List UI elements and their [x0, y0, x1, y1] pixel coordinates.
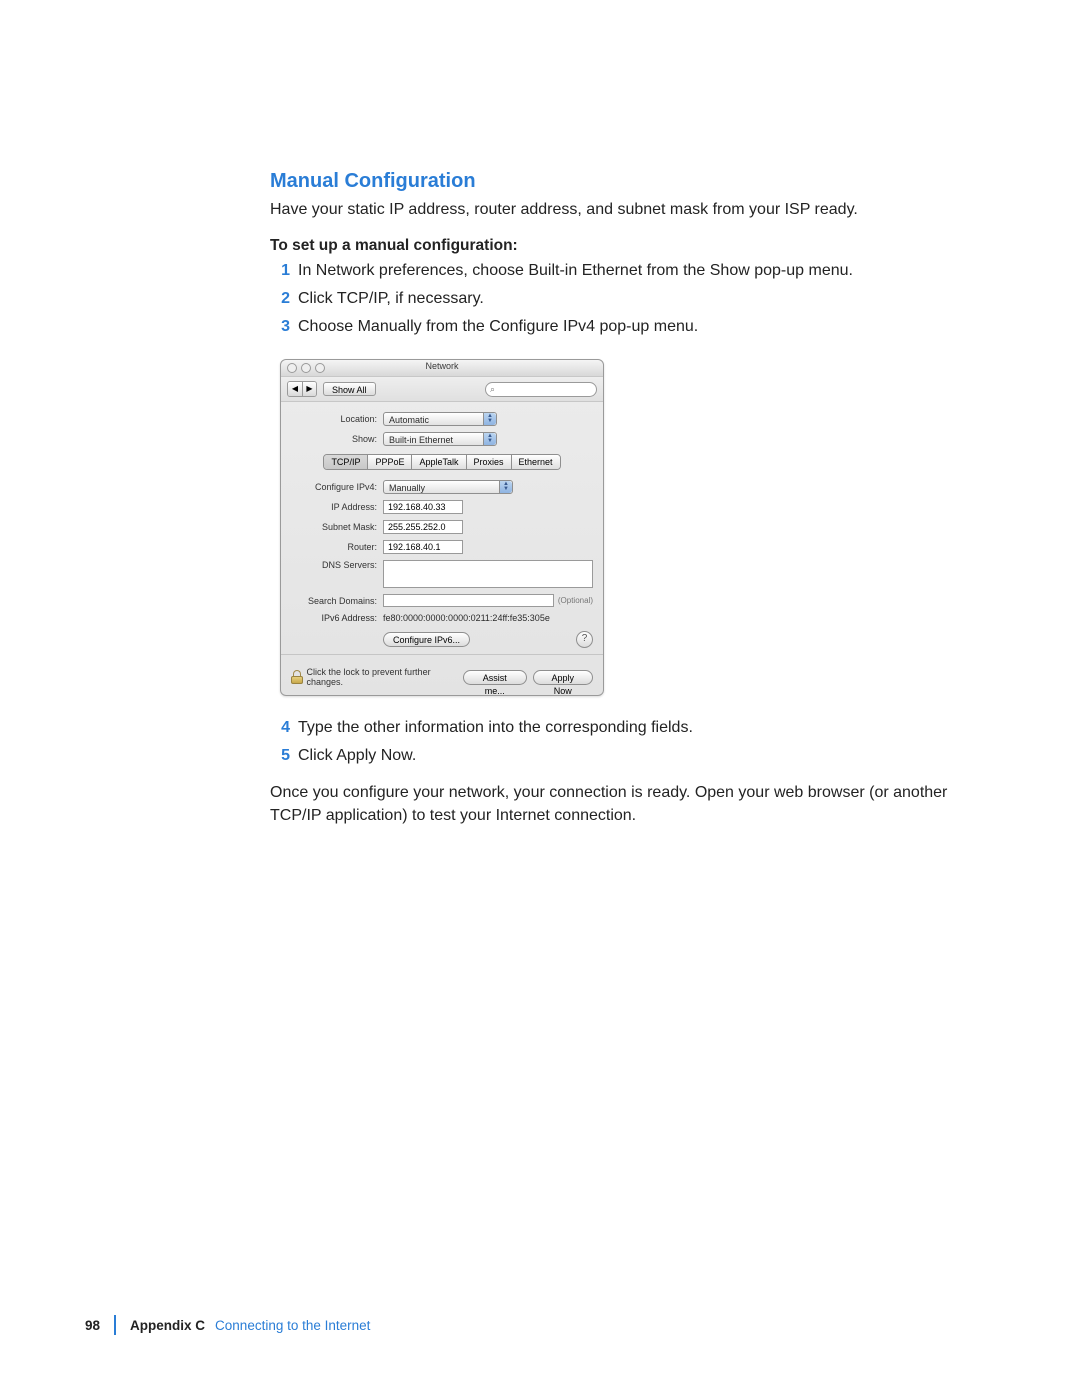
location-popup[interactable]: Automatic ▲▼ [383, 412, 497, 426]
optional-label: (Optional) [558, 596, 593, 605]
ip-address-label: IP Address: [291, 502, 383, 512]
search-domains-field[interactable] [383, 594, 554, 607]
apply-now-button[interactable]: Apply Now [533, 670, 593, 685]
page-number: 98 [85, 1318, 114, 1333]
appendix-label: Appendix C [130, 1318, 205, 1333]
ipv6-address-value: fe80:0000:0000:0000:0211:24ff:fe35:305e [383, 613, 550, 623]
tab-tcpip[interactable]: TCP/IP [324, 455, 367, 469]
step-5: Click Apply Now. [298, 747, 416, 764]
search-icon: ⌕ [490, 384, 495, 395]
assist-me-button[interactable]: Assist me... [463, 670, 527, 685]
show-all-button[interactable]: Show All [323, 382, 376, 396]
tab-proxies[interactable]: Proxies [466, 455, 511, 469]
window-toolbar: ◀ ▶ Show All ⌕ [281, 377, 603, 402]
step-1: In Network preferences, choose Built-in … [298, 262, 853, 279]
steps-after-image: 4Type the other information into the cor… [292, 716, 980, 768]
location-value: Automatic [389, 415, 429, 425]
separator [281, 654, 603, 655]
configure-ipv4-popup[interactable]: Manually ▲▼ [383, 480, 513, 494]
lock-icon[interactable] [291, 670, 303, 684]
forward-button[interactable]: ▶ [302, 382, 316, 396]
steps-before-image: 1In Network preferences, choose Built-in… [292, 259, 980, 339]
subnet-mask-label: Subnet Mask: [291, 522, 383, 532]
page-footer: 98 Appendix C Connecting to the Internet [85, 1315, 370, 1335]
location-label: Location: [291, 414, 383, 424]
tab-pppoe[interactable]: PPPoE [367, 455, 411, 469]
step-3: Choose Manually from the Configure IPv4 … [298, 318, 698, 335]
window-titlebar: Network [281, 360, 603, 377]
subheading: To set up a manual configuration: [270, 237, 980, 255]
intro-text: Have your static IP address, router addr… [270, 199, 980, 221]
search-field-wrap: ⌕ [485, 382, 597, 397]
window-title: Network [281, 361, 603, 371]
section-heading: Manual Configuration [270, 170, 980, 193]
configure-ipv4-value: Manually [389, 483, 425, 493]
subnet-mask-field[interactable] [383, 520, 463, 534]
nav-back-forward: ◀ ▶ [287, 381, 317, 397]
search-input[interactable] [485, 382, 597, 397]
network-preferences-window: Network ◀ ▶ Show All ⌕ Location: Automat… [280, 359, 604, 696]
appendix-title: Connecting to the Internet [215, 1318, 370, 1333]
ip-address-field[interactable] [383, 500, 463, 514]
tab-appletalk[interactable]: AppleTalk [411, 455, 465, 469]
show-popup[interactable]: Built-in Ethernet ▲▼ [383, 432, 497, 446]
tab-group: TCP/IP PPPoE AppleTalk Proxies Ethernet [323, 454, 560, 470]
show-value: Built-in Ethernet [389, 435, 453, 445]
configure-ipv6-button[interactable]: Configure IPv6... [383, 632, 470, 647]
show-label: Show: [291, 434, 383, 444]
tab-ethernet[interactable]: Ethernet [511, 455, 560, 469]
back-button[interactable]: ◀ [288, 382, 302, 396]
search-domains-label: Search Domains: [291, 596, 383, 606]
router-label: Router: [291, 542, 383, 552]
chevron-up-down-icon: ▲▼ [483, 413, 496, 425]
help-button[interactable]: ? [576, 631, 593, 648]
router-field[interactable] [383, 540, 463, 554]
chevron-up-down-icon: ▲▼ [499, 481, 512, 493]
closing-paragraph: Once you configure your network, your co… [270, 782, 980, 827]
ipv6-address-label: IPv6 Address: [291, 613, 383, 623]
dns-servers-label: DNS Servers: [291, 560, 383, 570]
footer-divider [114, 1315, 116, 1335]
step-2: Click TCP/IP, if necessary. [298, 290, 484, 307]
configure-ipv4-label: Configure IPv4: [291, 482, 383, 492]
step-4: Type the other information into the corr… [298, 719, 693, 736]
lock-text: Click the lock to prevent further change… [307, 667, 463, 687]
dns-servers-field[interactable] [383, 560, 593, 588]
chevron-up-down-icon: ▲▼ [483, 433, 496, 445]
